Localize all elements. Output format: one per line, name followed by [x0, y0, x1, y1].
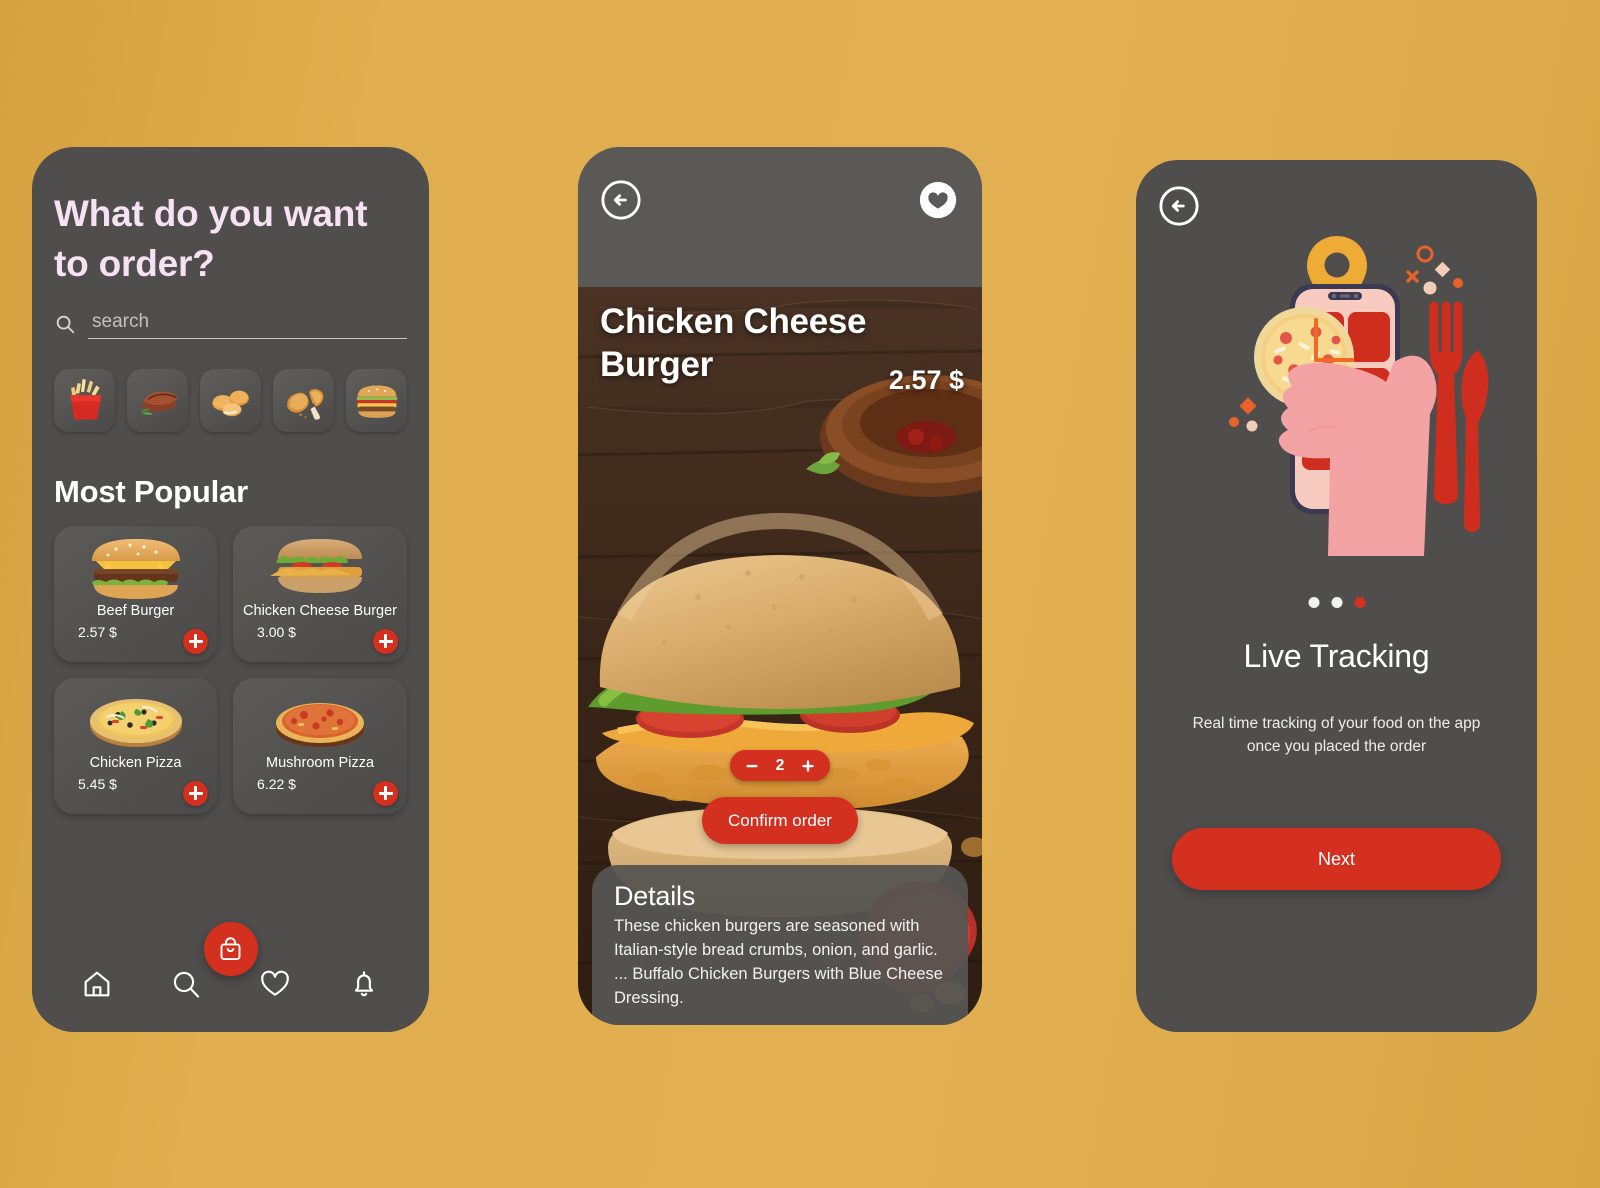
category-fried-chicken[interactable]	[273, 368, 334, 432]
product-price: 3.00 $	[257, 623, 296, 640]
page-dot-3-active[interactable]	[1354, 597, 1365, 608]
category-nuggets[interactable]	[200, 368, 261, 432]
beef-burger-image	[86, 532, 186, 602]
home-content: What do you want to order? search Most P…	[32, 147, 429, 814]
details-text: These chicken burgers are seasoned with …	[614, 917, 943, 1008]
mushroom-pizza-image	[270, 684, 370, 754]
bell-icon	[354, 971, 374, 997]
tracking-title: Live Tracking	[1243, 638, 1430, 674]
home-icon	[84, 971, 110, 997]
favorite-button[interactable]	[917, 179, 959, 221]
phone-detail-screen: Chicken Cheese Burger 2.57 $ 2 Confirm o…	[578, 147, 982, 1025]
category-row	[54, 368, 407, 432]
product-card-mushroom-pizza[interactable]: Mushroom Pizza 6.22 $	[233, 677, 407, 814]
tracking-description: Real time tracking of your food on the a…	[1192, 715, 1481, 756]
details-heading: Details	[614, 881, 696, 912]
arrow-left-circle-icon	[1159, 186, 1199, 226]
section-title-most-popular: Most Popular	[54, 473, 248, 509]
product-name: Chicken Pizza	[89, 754, 182, 771]
pagination-dots	[1308, 597, 1365, 608]
minus-icon	[746, 764, 758, 767]
plus-icon	[802, 759, 814, 772]
quantity-value: 2	[775, 756, 785, 774]
phone-home-screen: What do you want to order? search Most P…	[32, 147, 429, 1032]
chicken-pizza-image	[86, 684, 186, 754]
add-to-cart-button[interactable]	[373, 628, 398, 654]
product-name: Mushroom Pizza	[266, 754, 375, 771]
product-name: Chicken Cheese Burger	[243, 602, 397, 619]
phone-tracking-screen: Live Tracking Real time tracking of your…	[1136, 160, 1537, 1032]
add-to-cart-button[interactable]	[183, 780, 209, 806]
product-price: 6.22 $	[257, 775, 296, 792]
detail-header	[578, 147, 982, 287]
product-grid: Beef Burger 2.57 $ Chicken Cheese Burger…	[54, 525, 407, 814]
increment-button[interactable]	[799, 757, 817, 775]
plus-icon	[378, 639, 393, 644]
search-bar[interactable]	[54, 310, 407, 343]
plus-icon	[188, 639, 203, 644]
nav-search-button[interactable]	[169, 968, 203, 1002]
product-card-chicken-cheese-burger[interactable]: Chicken Cheese Burger 3.00 $	[233, 525, 407, 662]
product-name: Beef Burger	[96, 602, 175, 619]
details-card: Details These chicken burgers are season…	[592, 865, 968, 1025]
page-title: What do you want to order?	[54, 193, 368, 284]
page-dot-2[interactable]	[1331, 597, 1342, 608]
search-icon	[173, 971, 200, 998]
product-detail-price: 2.57 $	[888, 365, 964, 395]
category-burger[interactable]	[346, 368, 407, 432]
product-card-beef-burger[interactable]: Beef Burger 2.57 $	[54, 525, 218, 662]
product-detail-title: Chicken Cheese Burger	[600, 302, 867, 384]
live-tracking-illustration	[1228, 236, 1488, 556]
shopping-bag-icon	[220, 936, 241, 960]
category-fries[interactable]	[54, 368, 115, 432]
product-price: 5.45 $	[78, 775, 117, 792]
search-input[interactable]	[88, 310, 407, 339]
confirm-order-button[interactable]: Confirm order	[702, 797, 858, 844]
heart-filled-circle-icon	[919, 181, 957, 219]
nav-notifications-button[interactable]	[347, 968, 381, 1002]
chicken-cheese-burger-image	[270, 532, 370, 602]
nav-icon-row	[32, 968, 429, 1002]
heart-icon	[261, 970, 289, 996]
back-button[interactable]	[600, 179, 642, 221]
arrow-left-circle-icon	[601, 180, 641, 220]
plus-icon	[188, 791, 203, 796]
bottom-navigation	[32, 912, 429, 1032]
product-card-chicken-pizza[interactable]: Chicken Pizza 5.45 $	[54, 677, 218, 814]
decrement-button[interactable]	[743, 757, 761, 775]
category-sausages[interactable]	[127, 368, 188, 432]
page-dot-1[interactable]	[1308, 597, 1319, 608]
add-to-cart-button[interactable]	[183, 628, 209, 654]
nav-home-button[interactable]	[80, 968, 114, 1002]
hero-image-area: Chicken Cheese Burger 2.57 $ 2 Confirm o…	[578, 287, 982, 1025]
search-icon	[54, 313, 76, 335]
nav-favorites-button[interactable]	[258, 968, 292, 1002]
next-button[interactable]: Next	[1172, 828, 1501, 890]
plus-icon	[378, 791, 393, 796]
add-to-cart-button[interactable]	[373, 780, 398, 806]
product-price: 2.57 $	[78, 623, 117, 640]
quantity-stepper[interactable]: 2	[730, 750, 830, 781]
back-button[interactable]	[1158, 185, 1200, 227]
